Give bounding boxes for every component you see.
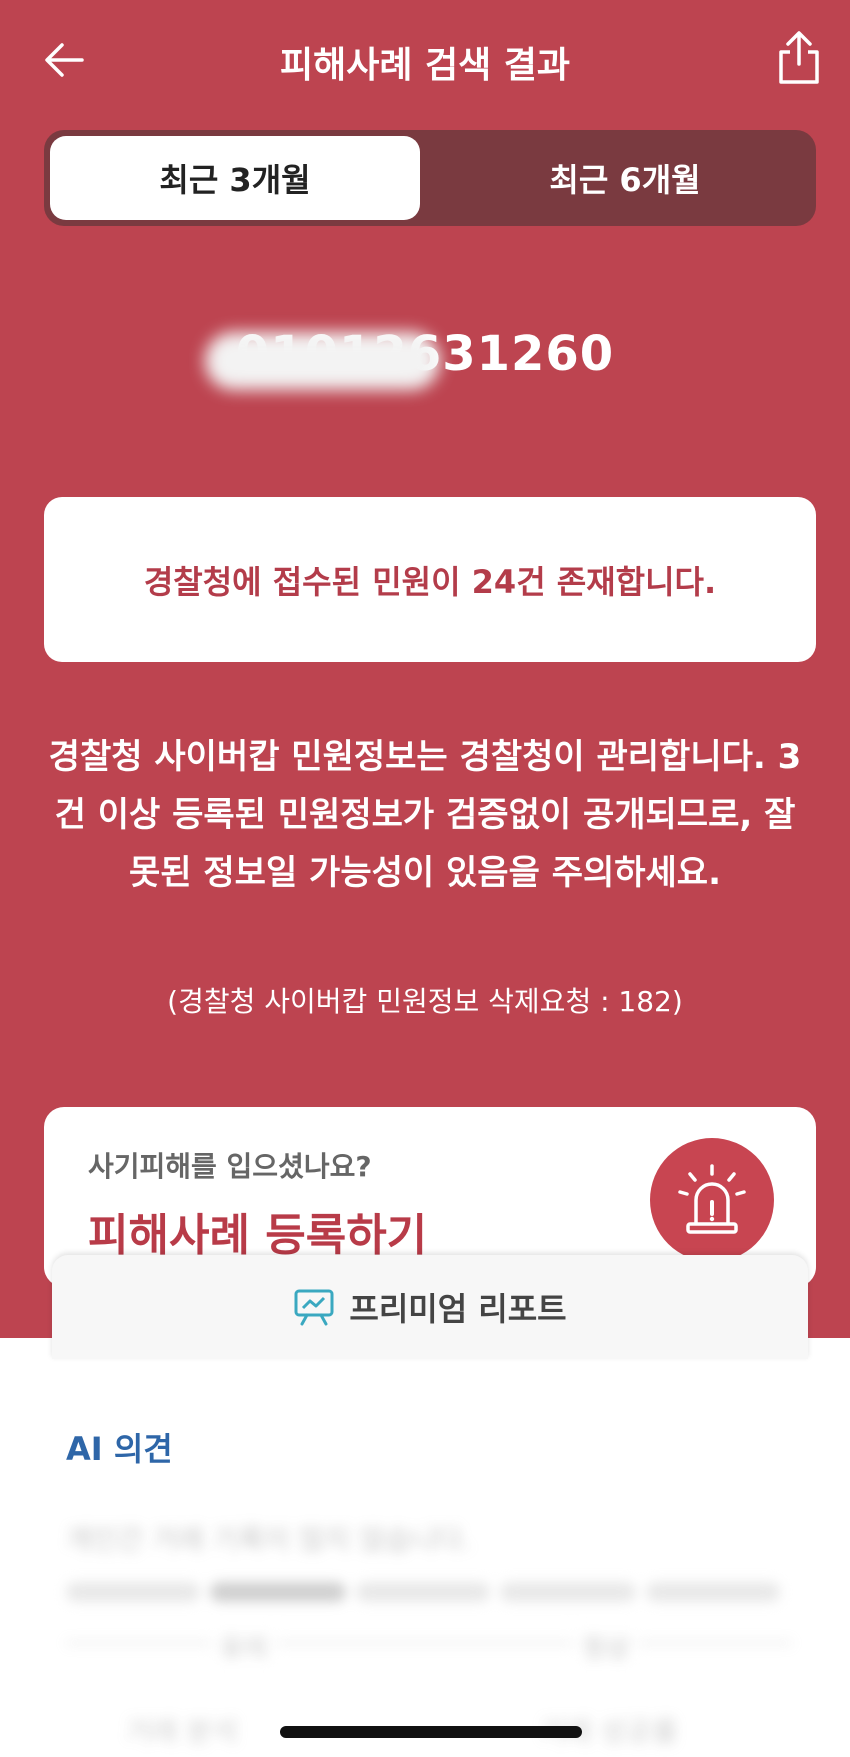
siren-icon: [678, 1164, 746, 1234]
ai-summary: 개인간 거래 기록이 많지 않습니다.: [66, 1523, 472, 1556]
score-bar-segment: [646, 1582, 780, 1602]
siren-button[interactable]: [650, 1138, 774, 1262]
scale-label-caution: 유의: [212, 1628, 276, 1665]
page-title: 피해사례 검색 결과: [279, 45, 571, 86]
locked-ai-content: 개인간 거래 기록이 많지 않습니다. 유의 정상 거래 분석 거래 성공률: [0, 1490, 850, 1757]
share-icon[interactable]: [774, 30, 824, 86]
score-bar-segment: [356, 1582, 490, 1602]
report-question: 사기피해를 입으셨나요?: [88, 1150, 372, 1183]
ai-opinion-title: AI 의견: [66, 1430, 173, 1468]
home-indicator: [280, 1726, 582, 1738]
tab-recent-3-months[interactable]: 최근 3개월: [50, 136, 420, 220]
metric-trade-analysis: 거래 분석: [126, 1715, 238, 1748]
score-bar-segment: [500, 1582, 636, 1602]
police-notice-text: 경찰청 사이버캅 민원정보는 경찰청이 관리합니다. 3건 이상 등록된 민원정…: [48, 737, 802, 893]
score-bar-segment-active: [210, 1582, 346, 1602]
score-bar-segment: [66, 1582, 200, 1602]
register-damage-title: 피해사례 등록하기: [88, 1210, 428, 1261]
presentation-chart-icon: [294, 1289, 334, 1326]
period-segmented-control: 최근 3개월 최근 6개월: [44, 130, 816, 226]
delete-request-count[interactable]: (경찰청 사이버캅 민원정보 삭제요청 : 182): [0, 980, 850, 1020]
complaint-count-text: 경찰청에 접수된 민원이 24건 존재합니다.: [143, 562, 717, 601]
complaint-count-card: 경찰청에 접수된 민원이 24건 존재합니다.: [44, 497, 816, 662]
premium-report-label: 프리미엄 리포트: [349, 1290, 567, 1328]
result-header-panel: 피해사례 검색 결과 최근 3개월 최근 6개월 01012631260 경찰청…: [0, 0, 850, 1338]
tab-recent-6-months[interactable]: 최근 6개월: [440, 136, 810, 220]
score-axis: [66, 1642, 792, 1644]
scale-label-normal: 정상: [574, 1628, 638, 1665]
redaction-blur: [205, 332, 440, 390]
nav-bar: 피해사례 검색 결과: [0, 20, 850, 100]
premium-report-tab[interactable]: 프리미엄 리포트: [52, 1255, 808, 1359]
